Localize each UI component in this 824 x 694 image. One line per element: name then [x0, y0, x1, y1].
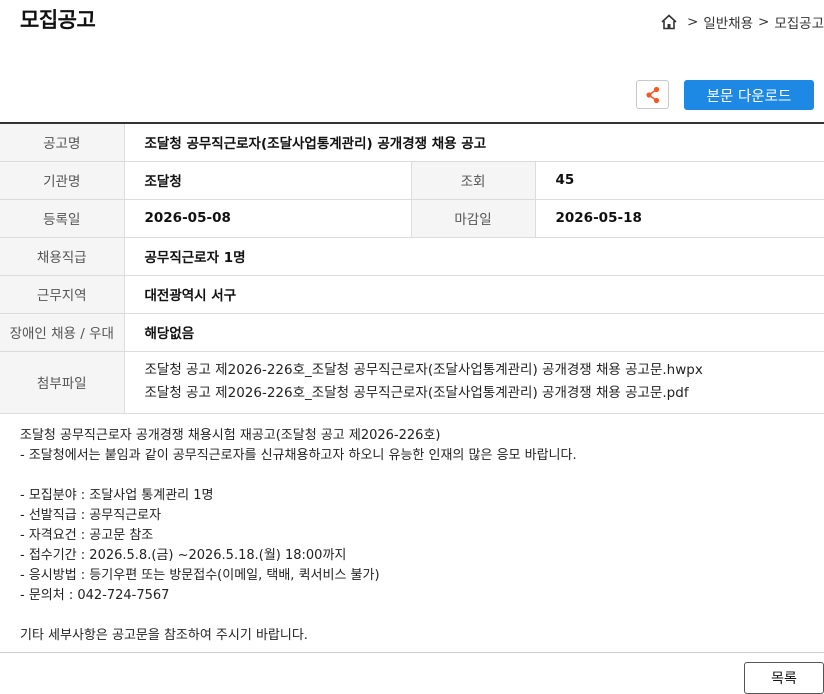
home-icon[interactable] — [660, 13, 678, 31]
table-row: 첨부파일 조달청 공고 제2026-226호_조달청 공무직근로자(조달사업통계… — [0, 351, 824, 414]
attachment-link-pdf[interactable]: 조달청 공고 제2026-226호_조달청 공무직근로자(조달사업통계관리) 공… — [145, 382, 805, 405]
attachments-cell: 조달청 공고 제2026-226호_조달청 공무직근로자(조달사업통계관리) 공… — [123, 351, 824, 414]
views-value: 45 — [534, 161, 824, 200]
body-line: - 모집분야 : 조달사업 통계관리 1명 — [20, 488, 214, 503]
body-line: - 접수기간 : 2026.5.8.(금) ~2026.5.18.(월) 18:… — [20, 548, 347, 563]
reg-date-value: 2026-05-08 — [123, 199, 411, 238]
table-row: 공고명 조달청 공무직근로자(조달사업통계관리) 공개경쟁 채용 공고 — [0, 122, 824, 162]
table-row: 등록일 2026-05-08 마감일 2026-05-18 — [0, 199, 824, 238]
attachments-label: 첨부파일 — [0, 351, 124, 414]
body-line: - 선발직급 : 공무직근로자 — [20, 508, 162, 523]
notice-title-label: 공고명 — [0, 122, 124, 162]
body-line: - 문의처 : 042-724-7567 — [20, 588, 170, 603]
breadcrumb-item-recruit-notice[interactable]: 모집공고 — [774, 12, 824, 32]
share-icon — [645, 86, 659, 103]
body-line — [20, 606, 810, 626]
breadcrumb-item-general-recruit[interactable]: 일반채용 — [703, 12, 753, 32]
deadline-value: 2026-05-18 — [534, 199, 824, 238]
position-value: 공무직근로자 1명 — [123, 237, 824, 276]
list-button[interactable]: 목록 — [744, 662, 824, 694]
reg-date-label: 등록일 — [0, 199, 124, 238]
table-row: 기관명 조달청 조회 45 — [0, 161, 824, 200]
region-value: 대전광역시 서구 — [123, 275, 824, 314]
attachment-link-hwpx[interactable]: 조달청 공고 제2026-226호_조달청 공무직근로자(조달사업통계관리) 공… — [145, 359, 805, 382]
position-label: 채용직급 — [0, 237, 124, 276]
region-label: 근무지역 — [0, 275, 124, 314]
table-row: 채용직급 공무직근로자 1명 — [0, 237, 824, 276]
page-title: 모집공고 — [20, 8, 96, 32]
download-content-button[interactable]: 본문 다운로드 — [684, 80, 814, 110]
disability-value: 해당없음 — [123, 313, 824, 352]
notice-body: 조달청 공무직근로자 공개경쟁 채용시험 재공고(조달청 공고 제2026-22… — [20, 426, 810, 646]
share-button[interactable] — [636, 80, 669, 109]
notice-title: 조달청 공무직근로자(조달사업통계관리) 공개경쟁 채용 공고 — [123, 122, 824, 162]
breadcrumb-separator: > — [687, 14, 699, 30]
org-value: 조달청 — [123, 161, 411, 200]
divider — [0, 652, 824, 653]
breadcrumb-separator: > — [758, 14, 770, 30]
body-line: 조달청 공무직근로자 공개경쟁 채용시험 재공고(조달청 공고 제2026-22… — [20, 428, 441, 443]
notice-info-table: 공고명 조달청 공무직근로자(조달사업통계관리) 공개경쟁 채용 공고 기관명 … — [0, 122, 824, 414]
body-line: - 조달청에서는 붙임과 같이 공무직근로자를 신규채용하고자 하오니 유능한 … — [20, 448, 577, 463]
deadline-label: 마감일 — [410, 199, 535, 238]
body-line: - 응시방법 : 등기우편 또는 방문접수(이메일, 택배, 퀵서비스 불가) — [20, 568, 380, 583]
table-row: 장애인 채용 / 우대 해당없음 — [0, 313, 824, 352]
breadcrumb: > 일반채용 > 모집공고 — [660, 12, 824, 32]
org-label: 기관명 — [0, 161, 124, 200]
body-line: 기타 세부사항은 공고문을 참조하여 주시기 바랍니다. — [20, 628, 308, 643]
disability-label: 장애인 채용 / 우대 — [0, 313, 124, 352]
body-line: - 자격요건 : 공고문 참조 — [20, 528, 154, 543]
table-row: 근무지역 대전광역시 서구 — [0, 275, 824, 314]
body-line — [20, 466, 810, 486]
views-label: 조회 — [410, 161, 535, 200]
